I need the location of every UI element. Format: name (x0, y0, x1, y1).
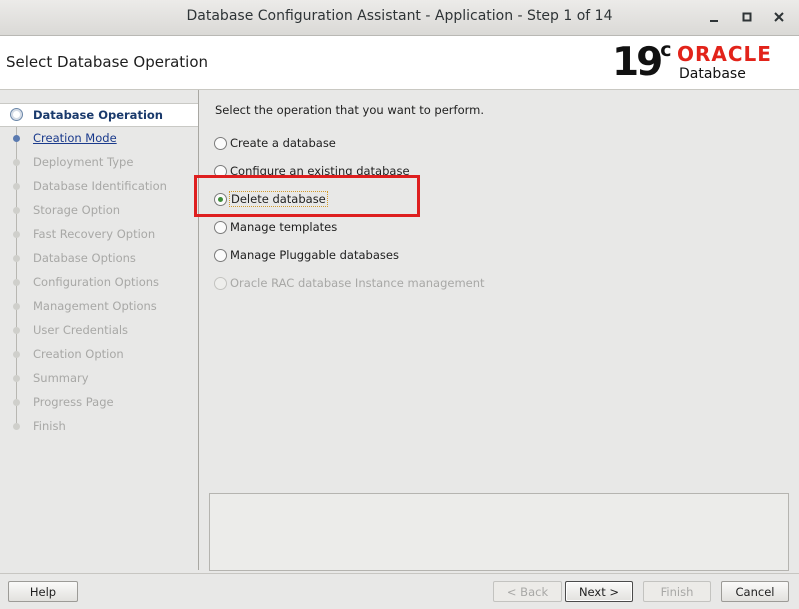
nav-step-deployment-type: Deployment Type (0, 151, 198, 173)
cancel-button[interactable]: Cancel (721, 581, 789, 602)
help-button-label: Help (29, 585, 57, 599)
step-indicator-icon (13, 231, 20, 238)
step-indicator-icon (10, 108, 23, 121)
nav-step-label: Fast Recovery Option (33, 227, 156, 241)
nav-step-configuration-options: Configuration Options (0, 271, 198, 293)
nav-step-label: Creation Mode (33, 131, 117, 145)
logo-version-sup: c (660, 39, 672, 61)
nav-step-progress-page: Progress Page (0, 391, 198, 413)
nav-step-database-options: Database Options (0, 247, 198, 269)
nav-step-summary: Summary (0, 367, 198, 389)
nav-step-finish: Finish (0, 415, 198, 437)
nav-step-storage-option: Storage Option (0, 199, 198, 221)
next-button-label: Next > (578, 585, 620, 599)
option-manage-templates[interactable]: Manage templates (214, 218, 534, 238)
step-indicator-icon (13, 351, 20, 358)
cancel-button-label: Cancel (735, 585, 775, 599)
step-navigation: Database Operation Creation Mode Deploymen… (0, 90, 199, 570)
nav-step-management-options: Management Options (0, 295, 198, 317)
nav-step-label: Management Options (33, 299, 157, 313)
nav-step-creation-mode[interactable]: Creation Mode (0, 127, 198, 149)
step-indicator-icon (13, 303, 20, 310)
maximize-icon[interactable] (739, 9, 755, 25)
radio-button[interactable] (214, 137, 227, 150)
close-icon[interactable] (771, 9, 787, 25)
step-indicator-icon (13, 399, 20, 406)
window-title: Database Configuration Assistant - Appli… (186, 8, 613, 24)
option-manage-pluggable-databases[interactable]: Manage Pluggable databases (214, 246, 534, 266)
nav-step-label: Finish (33, 419, 66, 433)
logo-version: 19 (612, 40, 663, 85)
step-indicator-icon (13, 255, 20, 262)
radio-button[interactable] (214, 221, 227, 234)
nav-step-label: Storage Option (33, 203, 121, 217)
option-label: Oracle RAC database Instance management (230, 276, 485, 290)
nav-step-label: Summary (33, 371, 89, 385)
nav-step-label: Database Options (33, 251, 136, 265)
step-indicator-icon (13, 423, 20, 430)
details-panel (209, 493, 789, 571)
oracle-version-logo: 19c (612, 39, 672, 86)
nav-step-fast-recovery-option: Fast Recovery Option (0, 223, 198, 245)
finish-button[interactable]: Finish (643, 581, 711, 602)
nav-step-database-identification: Database Identification (0, 175, 198, 197)
window-titlebar: Database Configuration Assistant - Appli… (0, 0, 799, 36)
step-indicator-icon (13, 159, 20, 166)
step-indicator-icon (13, 207, 20, 214)
nav-step-label: Progress Page (33, 395, 114, 409)
step-indicator-icon (13, 135, 20, 142)
back-button-label: < Back (506, 585, 549, 599)
help-button[interactable]: Help (8, 581, 78, 602)
minimize-icon[interactable] (706, 9, 722, 25)
radio-button[interactable] (214, 249, 227, 262)
back-button[interactable]: < Back (493, 581, 562, 602)
finish-button-label: Finish (660, 585, 694, 599)
nav-step-database-operation: Database Operation (0, 103, 198, 127)
instruction-text: Select the operation that you want to pe… (215, 103, 485, 117)
option-label: Create a database (230, 136, 336, 150)
step-indicator-icon (13, 279, 20, 286)
nav-step-label: Creation Option (33, 347, 124, 361)
option-label: Manage Pluggable databases (230, 248, 399, 262)
option-oracle-rac-database-instance-management: Oracle RAC database Instance management (214, 274, 534, 294)
nav-step-label: Database Operation (33, 108, 163, 122)
option-create-a-database[interactable]: Create a database (214, 134, 534, 154)
oracle-brand-logo: ORACLE (677, 42, 772, 66)
option-label: Manage templates (230, 220, 338, 234)
nav-step-label: Configuration Options (33, 275, 160, 289)
radio-button (214, 277, 227, 290)
nav-step-label: Deployment Type (33, 155, 134, 169)
footer-separator (0, 573, 799, 574)
next-button[interactable]: Next > (565, 581, 633, 602)
nav-step-user-credentials: User Credentials (0, 319, 198, 341)
step-indicator-icon (13, 183, 20, 190)
step-indicator-icon (13, 375, 20, 382)
page-title: Select Database Operation (6, 53, 209, 71)
step-indicator-icon (13, 327, 20, 334)
nav-step-label: User Credentials (33, 323, 129, 337)
nav-step-label: Database Identification (33, 179, 167, 193)
oracle-product-name: Database (679, 66, 746, 82)
highlight-box (194, 175, 420, 217)
nav-step-creation-option: Creation Option (0, 343, 198, 365)
